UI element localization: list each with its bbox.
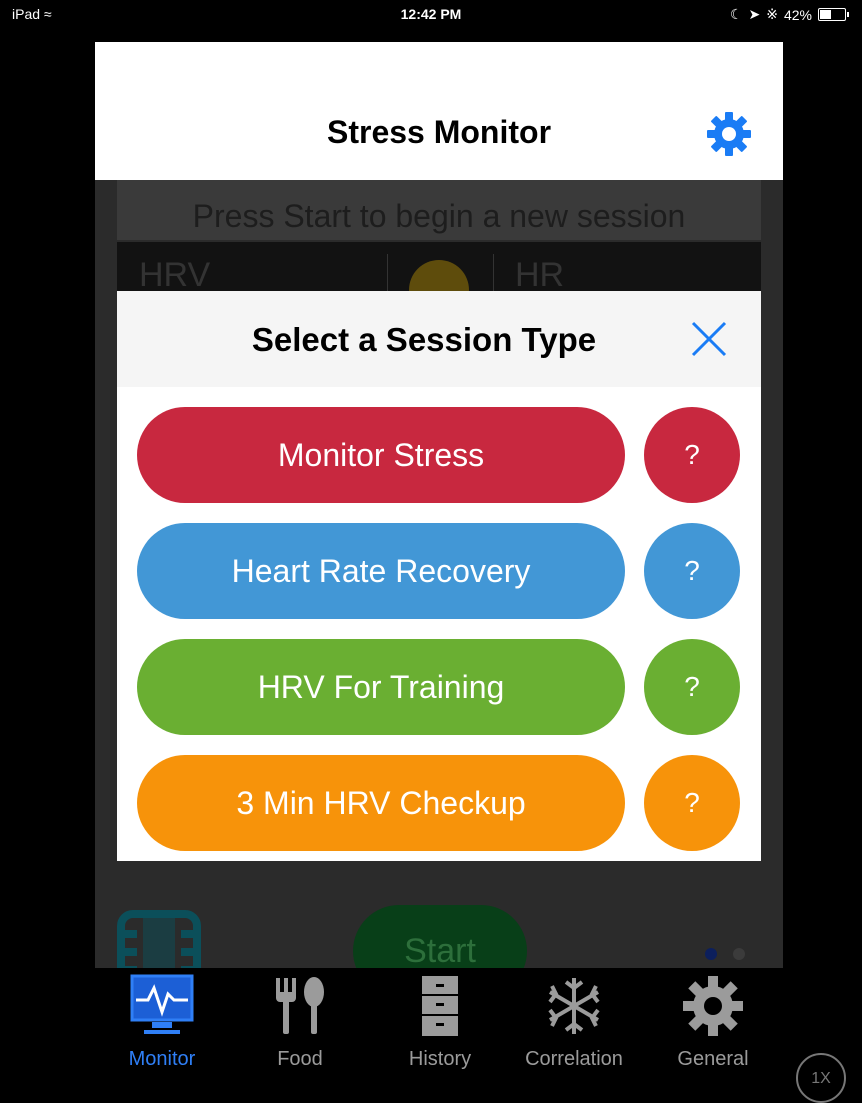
- gear-icon: [683, 976, 743, 1036]
- moon-icon: ☾: [729, 6, 743, 22]
- status-bar: iPad ≈ 12:42 PM ☾ ➤ ※ 42%: [0, 0, 862, 30]
- bluetooth-icon: ※: [766, 6, 778, 22]
- tab-label: General: [677, 1048, 749, 1070]
- hrv-label: HRV: [139, 256, 211, 294]
- session-prompt: Press Start to begin a new session: [117, 180, 761, 240]
- monitor-stress-help-button[interactable]: ?: [644, 407, 740, 503]
- dialog-header: Select a Session Type: [117, 291, 761, 387]
- hr-label: HR: [515, 256, 565, 294]
- dialog-title: Select a Session Type: [251, 321, 597, 358]
- page-indicator[interactable]: [705, 948, 745, 960]
- page-title: Stress Monitor: [326, 114, 552, 150]
- heart-rate-recovery-help-button[interactable]: ?: [644, 523, 740, 619]
- battery-icon: [818, 8, 849, 21]
- filing-cabinet-icon: [422, 976, 458, 1036]
- page-dot: [733, 948, 745, 960]
- monitor-icon: [130, 974, 194, 1034]
- battery-percent: 42%: [783, 6, 812, 23]
- close-icon: [691, 321, 727, 357]
- zoom-button[interactable]: 1X: [796, 1053, 846, 1103]
- tab-label: Monitor: [128, 1048, 196, 1070]
- tab-label: Food: [277, 1048, 323, 1070]
- tab-label: Correlation: [525, 1048, 623, 1070]
- snowflake-icon: [548, 978, 600, 1034]
- navigation-bar: Stress Monitor: [95, 42, 783, 180]
- tab-bar: Monitor Food History Correlation General: [95, 968, 783, 1070]
- tab-monitor[interactable]: Monitor: [97, 974, 227, 1070]
- monitor-stress-button[interactable]: Monitor Stress: [137, 407, 625, 503]
- tab-label: History: [408, 1048, 472, 1070]
- tab-food[interactable]: Food: [235, 974, 365, 1070]
- gear-icon: [707, 112, 751, 156]
- page-dot-active: [705, 948, 717, 960]
- fork-spoon-icon: [276, 977, 324, 1034]
- hrv-for-training-button[interactable]: HRV For Training: [137, 639, 625, 735]
- hrv-checkup-help-button[interactable]: ?: [644, 755, 740, 851]
- hrv-for-training-help-button[interactable]: ?: [644, 639, 740, 735]
- location-icon: ➤: [748, 6, 761, 22]
- heart-rate-recovery-button[interactable]: Heart Rate Recovery: [137, 523, 625, 619]
- tab-correlation[interactable]: Correlation: [509, 974, 639, 1070]
- tab-general[interactable]: General: [648, 974, 778, 1070]
- status-right: ☾ ➤ ※ 42%: [729, 6, 849, 23]
- hrv-checkup-button[interactable]: 3 Min HRV Checkup: [137, 755, 625, 851]
- session-type-dialog: Select a Session Type Monitor Stress ? H…: [117, 291, 761, 861]
- close-button[interactable]: [689, 319, 729, 359]
- tab-history[interactable]: History: [375, 974, 505, 1070]
- settings-button[interactable]: [705, 110, 753, 158]
